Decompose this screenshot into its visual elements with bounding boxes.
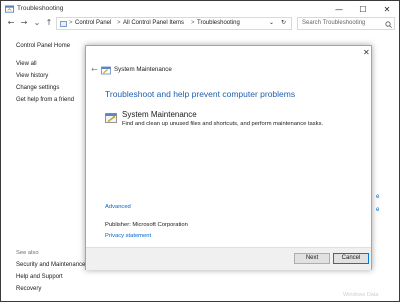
breadcrumb-troubleshooting[interactable]: Troubleshooting: [197, 20, 240, 26]
breadcrumb-all-items[interactable]: All Control Panel Items: [123, 20, 184, 26]
privacy-statement-link[interactable]: Privacy statement: [105, 233, 151, 239]
dialog-back-arrow-icon[interactable]: ←: [91, 65, 98, 74]
watermark-text: Windows Data: [343, 292, 379, 298]
troubleshooter-item-description: Find and clean up unused files and short…: [122, 121, 324, 127]
sidebar-item-change-settings[interactable]: Change settings: [16, 85, 59, 91]
search-box[interactable]: Search Troubleshooting: [297, 17, 395, 30]
system-maintenance-dialog: ✕ ← System Maintenance Troubleshoot and …: [85, 45, 372, 270]
window-title: Troubleshooting: [17, 5, 64, 12]
publisher-text: Publisher: Microsoft Corporation: [105, 222, 188, 228]
see-also-help-support[interactable]: Help and Support: [16, 274, 63, 280]
back-arrow-icon[interactable]: ←: [6, 18, 16, 28]
background-link-fragment[interactable]: e: [376, 194, 379, 200]
up-arrow-icon[interactable]: ↑: [44, 18, 54, 28]
dialog-close-button[interactable]: ✕: [363, 48, 370, 57]
dialog-title: System Maintenance: [114, 66, 172, 73]
search-input[interactable]: Search Troubleshooting: [302, 20, 365, 26]
breadcrumb-control-panel[interactable]: Control Panel: [75, 20, 111, 26]
dialog-heading: Troubleshoot and help prevent computer p…: [105, 89, 296, 99]
sidebar-control-panel-home[interactable]: Control Panel Home: [16, 43, 70, 49]
troubleshooter-item-title: System Maintenance: [122, 110, 197, 119]
refresh-icon[interactable]: ↻: [281, 19, 286, 26]
see-also-recovery[interactable]: Recovery: [16, 286, 41, 292]
background-link-fragment[interactable]: e: [376, 207, 379, 213]
sidebar-item-view-history[interactable]: View history: [16, 73, 48, 79]
address-bar[interactable]: > Control Panel > All Control Panel Item…: [56, 17, 292, 30]
breadcrumb-separator: >: [117, 20, 121, 26]
search-icon[interactable]: [385, 21, 392, 28]
recent-locations-chevron-icon[interactable]: ⌄: [32, 18, 42, 28]
sidebar-item-view-all[interactable]: View all: [16, 61, 37, 67]
control-panel-icon: [60, 21, 67, 27]
see-also-heading: See also: [16, 250, 39, 256]
breadcrumb-separator: >: [69, 20, 73, 26]
sidebar-item-get-help[interactable]: Get help from a friend: [16, 97, 74, 103]
troubleshooting-app-icon: [5, 5, 14, 13]
next-button[interactable]: Next: [294, 253, 330, 264]
forward-arrow-icon[interactable]: →: [19, 18, 29, 28]
system-maintenance-icon: [105, 113, 117, 123]
address-dropdown-chevron-icon[interactable]: ⌄: [269, 19, 274, 26]
see-also-security-maintenance[interactable]: Security and Maintenance: [16, 262, 85, 268]
maintenance-wrench-icon: [101, 66, 111, 75]
advanced-link[interactable]: Advanced: [105, 204, 131, 210]
cancel-button[interactable]: Cancel: [333, 253, 369, 264]
breadcrumb-separator: >: [191, 20, 195, 26]
